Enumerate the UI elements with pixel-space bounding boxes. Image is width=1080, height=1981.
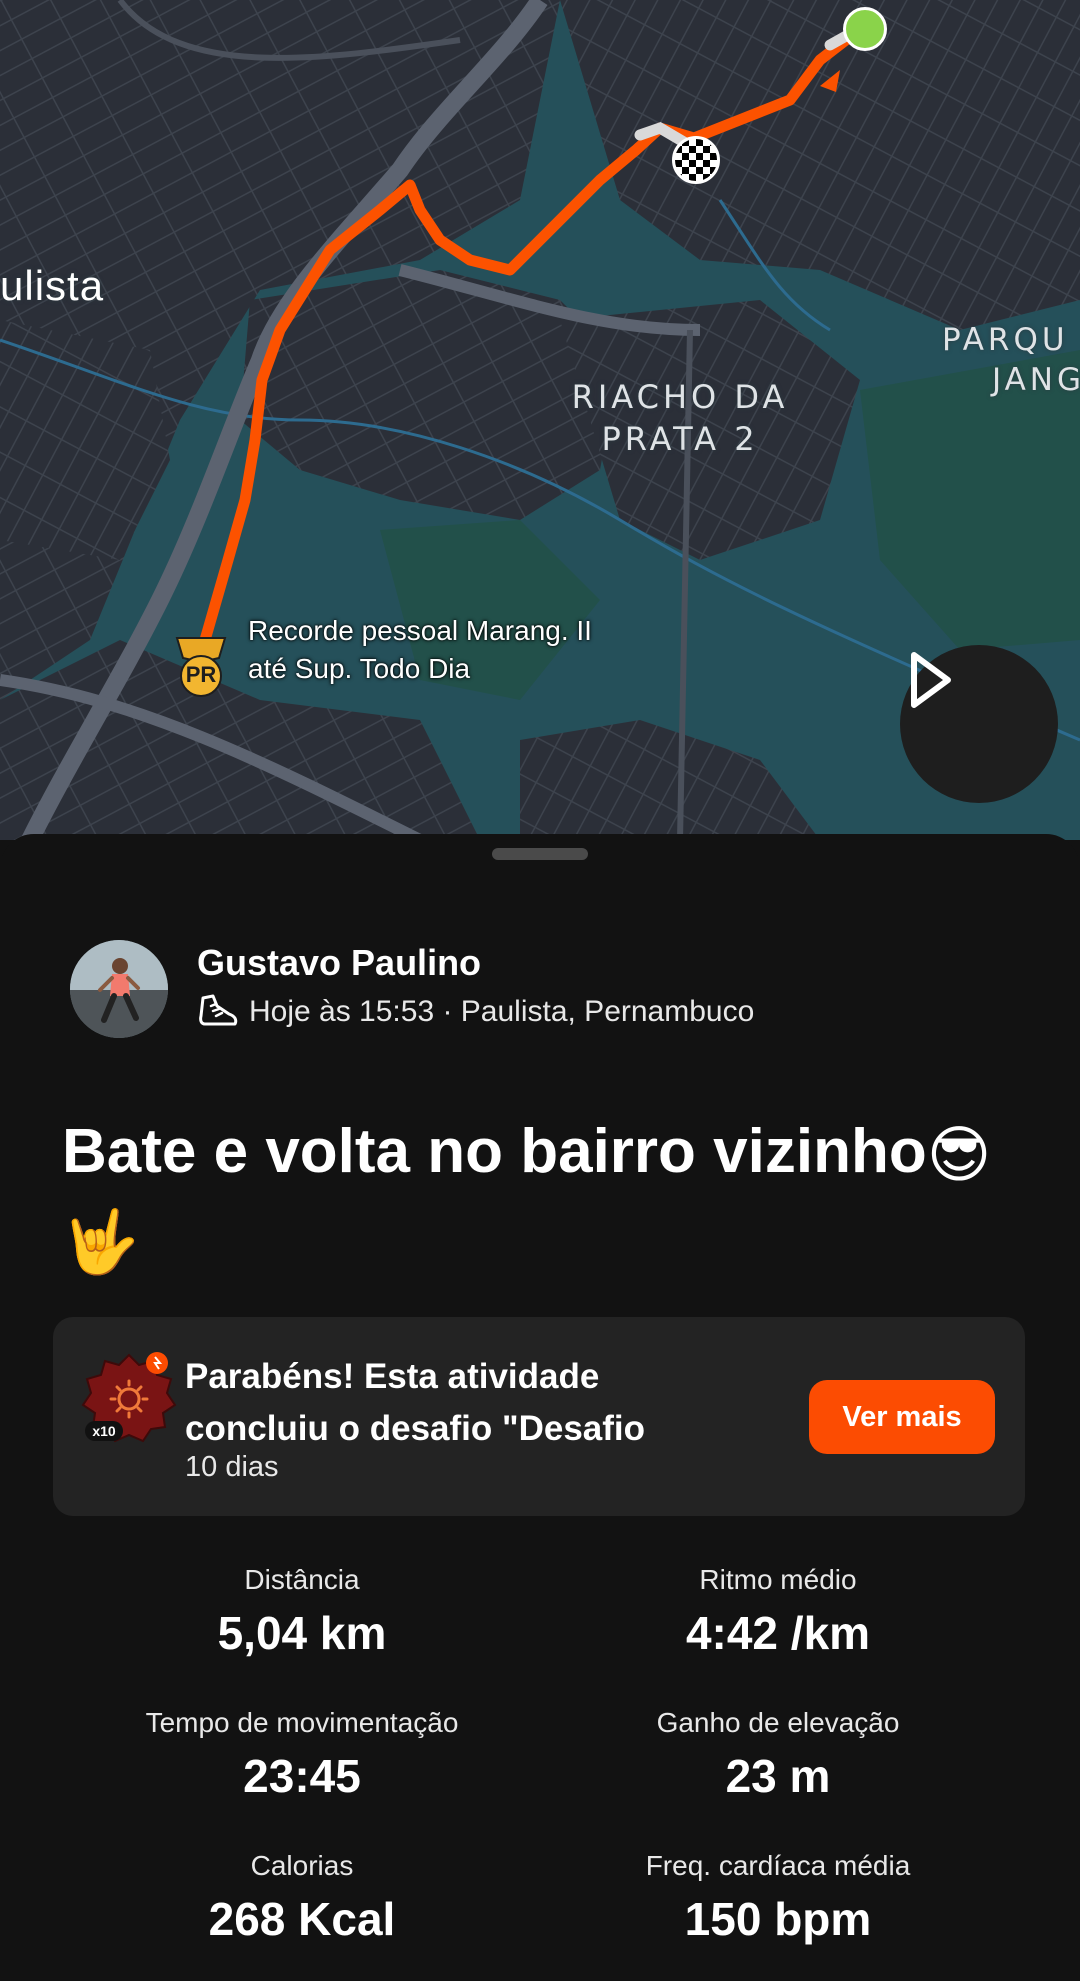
activity-title: Bate e volta no bairro vizinho😎 🤟 xyxy=(62,1110,1022,1285)
sheet-drag-handle[interactable] xyxy=(492,848,588,860)
stat-label: Ritmo médio xyxy=(699,1564,857,1595)
challenge-subtitle: 10 dias xyxy=(185,1451,279,1483)
activity-sheet: Gustavo Paulino Hoje às 15:53 · Paulista… xyxy=(0,834,1080,1981)
ver-mais-button[interactable]: Ver mais xyxy=(809,1380,995,1454)
stat-label: Tempo de movimentação xyxy=(145,1707,459,1738)
pr-badge-text: PR xyxy=(185,662,217,687)
stat-calories: Calorias 268 Kcal xyxy=(92,1850,512,1946)
stat-value: 5,04 km xyxy=(217,1607,387,1659)
stat-label: Ganho de elevação xyxy=(656,1707,900,1738)
stat-pace: Ritmo médio 4:42 /km xyxy=(568,1564,988,1660)
challenge-card[interactable]: x10 Parabéns! Esta atividade concluiu o … xyxy=(53,1317,1025,1516)
athlete-name[interactable]: Gustavo Paulino xyxy=(197,942,481,984)
challenge-badge-icon: x10 xyxy=(81,1351,177,1447)
stat-elevation: Ganho de elevação 23 m xyxy=(568,1707,988,1803)
stat-value: 23:45 xyxy=(243,1750,361,1802)
challenge-title: Parabéns! Esta atividade concluiu o desa… xyxy=(185,1357,646,1448)
rock-hand-emoji-icon: 🤟 xyxy=(62,1208,140,1278)
stat-distance: Distância 5,04 km xyxy=(92,1564,512,1660)
route-start-marker xyxy=(843,7,887,51)
map-label-jang: JANG xyxy=(992,362,1080,398)
activity-meta-text: Hoje às 15:53 · Paulista, Pernambuco xyxy=(249,995,755,1028)
stat-value: 150 bpm xyxy=(684,1893,872,1945)
stat-value: 23 m xyxy=(725,1750,831,1802)
map-label-paulista: ulista xyxy=(0,262,105,309)
sunglasses-emoji-icon: 😎 xyxy=(926,1120,992,1190)
stat-label: Distância xyxy=(244,1564,360,1595)
pr-label[interactable]: Recorde pessoal Marang. II até Sup. Todo… xyxy=(248,612,618,688)
map-label-prata: PRATA 2 xyxy=(601,420,759,458)
route-finish-marker xyxy=(672,136,720,184)
stat-heart-rate: Freq. cardíaca média 150 bpm xyxy=(568,1850,988,1946)
running-shoe-icon xyxy=(199,994,238,1026)
challenge-badge-multiplier: x10 xyxy=(92,1423,116,1439)
stat-value: 4:42 /km xyxy=(685,1607,871,1659)
play-icon xyxy=(911,652,951,708)
route-map[interactable]: ulista RIACHO DA PRATA 2 PARQU JANG PR R… xyxy=(0,0,1080,840)
activity-title-text: Bate e volta no bairro vizinho xyxy=(62,1117,927,1186)
stat-label: Freq. cardíaca média xyxy=(645,1850,911,1881)
stat-moving-time: Tempo de movimentação 23:45 xyxy=(92,1707,512,1803)
avatar[interactable] xyxy=(70,940,168,1038)
map-label-parque: PARQU xyxy=(942,322,1069,358)
stat-label: Calorias xyxy=(250,1850,354,1881)
stat-value: 268 Kcal xyxy=(208,1893,396,1945)
play-flyover-button[interactable] xyxy=(900,645,1058,803)
map-label-riacho: RIACHO DA xyxy=(571,378,789,416)
activity-meta: Hoje às 15:53 · Paulista, Pernambuco xyxy=(197,994,754,1030)
pr-badge-icon[interactable]: PR xyxy=(171,636,231,698)
